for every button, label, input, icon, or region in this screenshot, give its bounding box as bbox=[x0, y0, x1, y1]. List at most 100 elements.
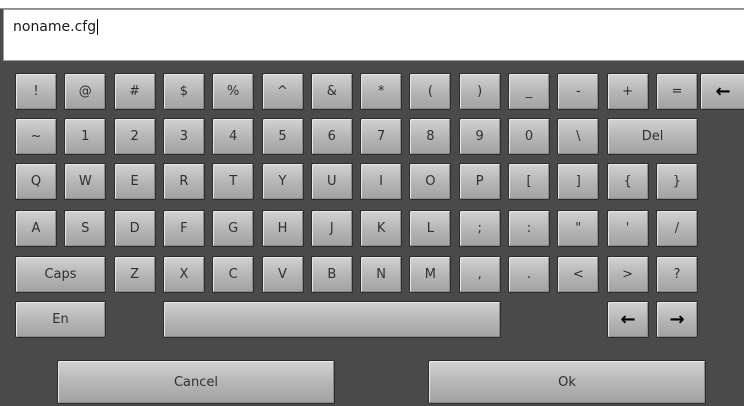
key-u[interactable]: U bbox=[310, 163, 353, 200]
key-n[interactable]: N bbox=[360, 256, 403, 293]
key-b[interactable]: B bbox=[310, 256, 353, 293]
key-v[interactable]: V bbox=[261, 256, 304, 293]
key-e[interactable]: E bbox=[113, 163, 156, 200]
key-z[interactable]: Z bbox=[113, 256, 156, 293]
key-i[interactable]: I bbox=[360, 163, 403, 200]
cursor-right-key[interactable]: → bbox=[656, 301, 698, 338]
key-a[interactable]: A bbox=[15, 210, 57, 247]
virtual-keyboard-dialog: noname.cfg ! @ # $% ^ & * () _ - + = ← ~1 2 3 4 5 6 7 8 9 0 \ De… bbox=[0, 0, 744, 406]
key-1[interactable]: 1 bbox=[64, 118, 107, 155]
key-plus[interactable]: + bbox=[606, 73, 649, 110]
key-exclamation[interactable]: ! bbox=[15, 73, 57, 110]
key-semicolon[interactable]: ; bbox=[458, 210, 501, 247]
space-bar[interactable] bbox=[163, 301, 501, 338]
ok-button-label: Ok bbox=[558, 374, 576, 390]
key-k-label: K bbox=[376, 221, 386, 236]
key-equals[interactable]: = bbox=[655, 73, 698, 110]
key-8[interactable]: 8 bbox=[409, 118, 452, 155]
key-f[interactable]: F bbox=[162, 210, 205, 247]
key-2[interactable]: 2 bbox=[113, 118, 156, 155]
key-colon[interactable]: : bbox=[508, 210, 550, 247]
key-s[interactable]: S bbox=[64, 210, 107, 247]
key-double-quote[interactable]: " bbox=[557, 210, 600, 247]
language-key-label: En bbox=[52, 312, 69, 327]
key-slash[interactable]: / bbox=[655, 210, 698, 247]
key-underscore[interactable]: _ bbox=[508, 73, 550, 110]
key-comma[interactable]: , bbox=[458, 256, 501, 293]
key-minus-label: - bbox=[575, 84, 581, 99]
key-colon-label: : bbox=[526, 221, 532, 236]
key-dollar[interactable]: $ bbox=[162, 73, 205, 110]
key-3[interactable]: 3 bbox=[162, 118, 205, 155]
key-7-label: 7 bbox=[376, 129, 386, 144]
backspace-key[interactable]: ← bbox=[700, 73, 744, 110]
key-right-paren-label: ) bbox=[477, 84, 483, 99]
key-tilde[interactable]: ~ bbox=[15, 118, 57, 155]
key-k[interactable]: K bbox=[360, 210, 403, 247]
key-t-label: T bbox=[229, 174, 238, 189]
key-7[interactable]: 7 bbox=[360, 118, 403, 155]
key-left-paren[interactable]: ( bbox=[409, 73, 452, 110]
key-exclamation-label: ! bbox=[33, 84, 39, 99]
key-o[interactable]: O bbox=[409, 163, 452, 200]
key-backslash[interactable]: \ bbox=[557, 118, 600, 155]
key-j[interactable]: J bbox=[310, 210, 353, 247]
key-left-brace[interactable]: { bbox=[606, 163, 649, 200]
key-asterisk[interactable]: * bbox=[360, 73, 403, 110]
key-minus[interactable]: - bbox=[557, 73, 600, 110]
delete-key[interactable]: Del bbox=[607, 118, 698, 155]
key-g-label: G bbox=[228, 221, 239, 236]
key-right-bracket[interactable]: ] bbox=[557, 163, 600, 200]
key-backslash-label: \ bbox=[576, 129, 581, 144]
key-x[interactable]: X bbox=[162, 256, 205, 293]
key-right-brace[interactable]: } bbox=[655, 163, 698, 200]
key-at[interactable]: @ bbox=[64, 73, 107, 110]
key-dollar-label: $ bbox=[179, 84, 189, 99]
key-t[interactable]: T bbox=[212, 163, 255, 200]
key-h[interactable]: H bbox=[261, 210, 304, 247]
key-left-bracket-label: [ bbox=[526, 174, 532, 189]
key-r[interactable]: R bbox=[162, 163, 205, 200]
key-hash-label: # bbox=[129, 84, 141, 99]
key-2-label: 2 bbox=[130, 129, 139, 144]
key-l[interactable]: L bbox=[409, 210, 452, 247]
key-4[interactable]: 4 bbox=[212, 118, 255, 155]
key-l-label: L bbox=[426, 221, 435, 236]
key-0[interactable]: 0 bbox=[508, 118, 550, 155]
key-percent[interactable]: % bbox=[212, 73, 255, 110]
key-0-label: 0 bbox=[524, 129, 534, 144]
key-less-than[interactable]: < bbox=[557, 256, 600, 293]
key-ampersand[interactable]: & bbox=[310, 73, 353, 110]
key-5[interactable]: 5 bbox=[261, 118, 304, 155]
language-key[interactable]: En bbox=[15, 301, 106, 338]
key-caret[interactable]: ^ bbox=[261, 73, 304, 110]
key-period[interactable]: . bbox=[508, 256, 550, 293]
cursor-left-key[interactable]: ← bbox=[607, 301, 649, 338]
ok-button[interactable]: Ok bbox=[428, 360, 706, 404]
key-question[interactable]: ? bbox=[655, 256, 698, 293]
key-percent-label: % bbox=[227, 84, 240, 99]
key-greater-than[interactable]: > bbox=[606, 256, 649, 293]
key-hash[interactable]: # bbox=[113, 73, 156, 110]
key-9[interactable]: 9 bbox=[458, 118, 501, 155]
key-o-label: O bbox=[425, 174, 436, 189]
key-single-quote[interactable]: ' bbox=[606, 210, 649, 247]
key-g[interactable]: G bbox=[212, 210, 255, 247]
key-j-label: J bbox=[329, 221, 334, 236]
key-plus-label: + bbox=[622, 84, 634, 99]
key-c[interactable]: C bbox=[212, 256, 255, 293]
key-p[interactable]: P bbox=[458, 163, 501, 200]
key-s-label: S bbox=[81, 221, 90, 236]
key-x-label: X bbox=[179, 267, 189, 282]
key-w[interactable]: W bbox=[64, 163, 107, 200]
key-6[interactable]: 6 bbox=[310, 118, 353, 155]
caps-lock-key[interactable]: Caps bbox=[15, 256, 106, 293]
key-right-paren[interactable]: ) bbox=[458, 73, 501, 110]
key-y[interactable]: Y bbox=[261, 163, 304, 200]
key-q[interactable]: Q bbox=[15, 163, 57, 200]
key-m[interactable]: M bbox=[409, 256, 452, 293]
cancel-button[interactable]: Cancel bbox=[57, 360, 335, 404]
key-d[interactable]: D bbox=[113, 210, 156, 247]
text-input-field[interactable] bbox=[3, 9, 744, 61]
key-left-bracket[interactable]: [ bbox=[508, 163, 550, 200]
